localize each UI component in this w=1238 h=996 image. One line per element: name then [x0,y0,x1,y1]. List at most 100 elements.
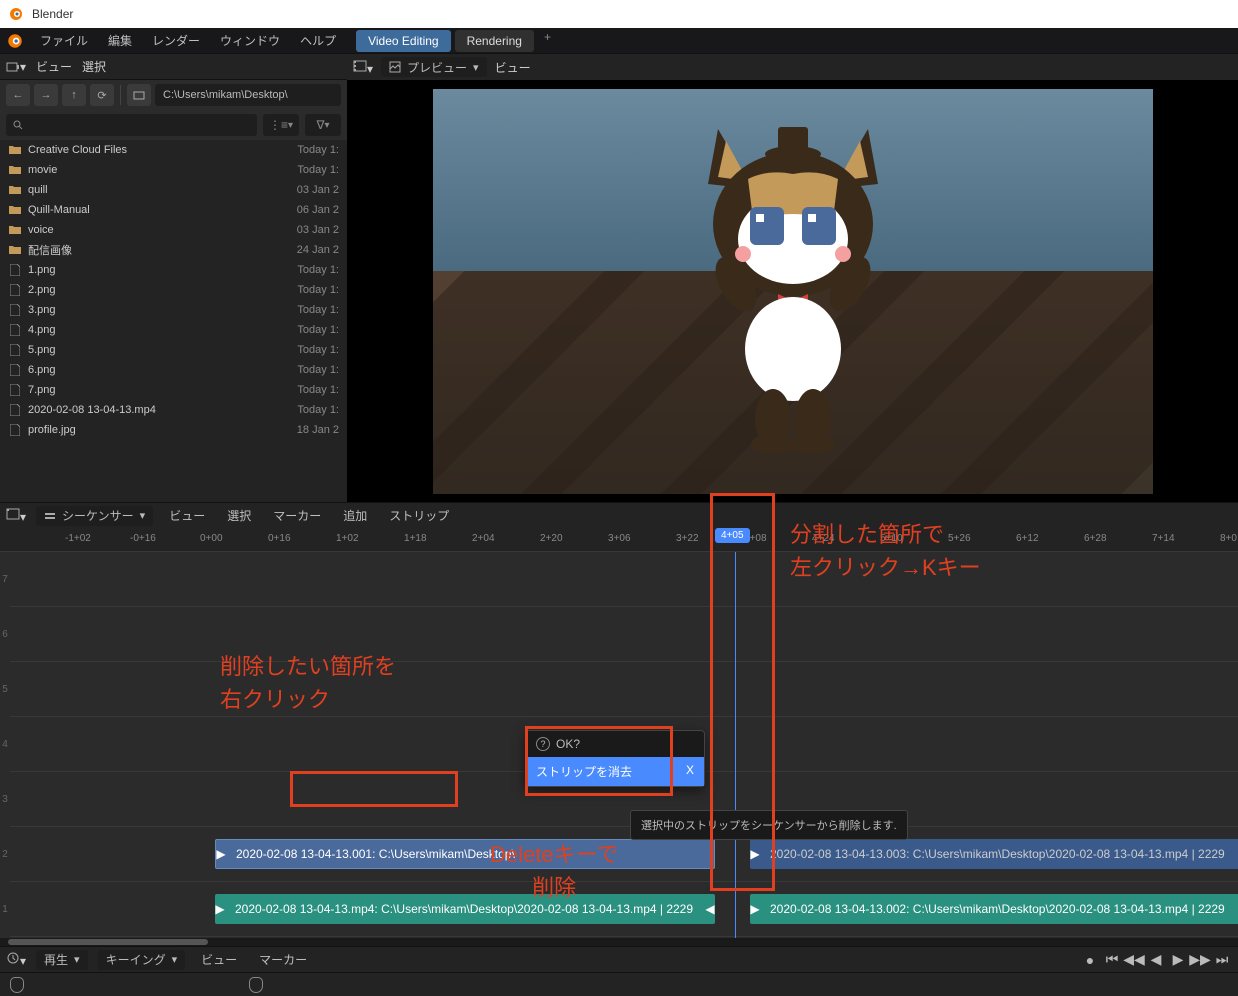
menu-help[interactable]: ヘルプ [292,29,344,52]
mouse-icon [10,977,24,993]
preview-scene [433,89,1153,494]
nav-forward-button[interactable]: → [34,84,58,106]
add-workspace-button[interactable]: + [538,30,557,52]
preview-mode-dropdown[interactable]: プレビュー▾ [381,57,487,77]
file-browser-nav: ← → ↑ ⟳ C:\Users\mikam\Desktop\ [0,80,347,110]
mouse-icon [249,977,263,993]
annotation-text-3: Deleteキーで 削除 [490,838,618,904]
seq-menu-marker[interactable]: マーカー [267,504,327,527]
sequencer-mode-dropdown[interactable]: シーケンサー▾ [36,506,153,526]
workspace-tabs: Video Editing Rendering + [356,30,557,52]
character-avatar [678,119,908,459]
path-input[interactable]: C:\Users\mikam\Desktop\ [155,84,341,106]
preview-header: ▾ プレビュー▾ ビュー [347,54,1238,80]
file-row[interactable]: 配信画像24 Jan 2 [0,240,347,260]
record-button[interactable]: ● [1080,951,1100,969]
nav-new-folder-button[interactable] [127,84,151,106]
window-titlebar: Blender [0,0,1238,28]
file-list[interactable]: Creative Cloud FilesToday 1: movieToday … [0,140,347,502]
file-row[interactable]: 7.pngToday 1: [0,380,347,400]
preview-viewport[interactable] [347,80,1238,502]
strip-handle-right[interactable]: ◀ [705,894,715,924]
editor-type-icon[interactable]: ▾ [6,507,26,524]
file-row[interactable]: 2020-02-08 13-04-13.mp4Today 1: [0,400,347,420]
file-row[interactable]: 1.pngToday 1: [0,260,347,280]
file-row[interactable]: quill03 Jan 2 [0,180,347,200]
play-button[interactable]: ▶ [1168,951,1188,969]
seq-menu-select[interactable]: 選択 [221,504,257,527]
seq-menu-add[interactable]: 追加 [337,504,373,527]
file-row[interactable]: profile.jpg18 Jan 2 [0,420,347,440]
editor-type-icon[interactable]: ▾ [6,951,26,968]
file-row[interactable]: 6.pngToday 1: [0,360,347,380]
display-mode-dropdown[interactable]: ⋮≡▾ [263,114,299,136]
search-input[interactable] [6,114,257,136]
playback-bar: ▾ 再生▾ キーイング▾ ビュー マーカー ● ⏮ ◀◀ ◀ ▶ ▶▶ ⏭ [0,946,1238,972]
seq-menu-strip[interactable]: ストリップ [383,504,455,527]
main-area: ▾ ビュー 選択 ← → ↑ ⟳ C:\Users\mikam\Desktop\… [0,54,1238,502]
bottom-menu-marker[interactable]: マーカー [253,948,313,971]
annotation-text-2: 分割した箇所で 左クリック→Kキー [790,518,981,584]
play-reverse-button[interactable]: ◀ [1146,951,1166,969]
file-row[interactable]: 5.pngToday 1: [0,340,347,360]
track-numbers: 7 6 5 4 3 2 1 [0,552,10,938]
audio-strip-1[interactable]: ▶ 2020-02-08 13-04-13.mp4: C:\Users\mika… [215,894,715,924]
video-strip-2[interactable]: ▶ 2020-02-08 13-04-13.003: C:\Users\mika… [750,839,1238,869]
file-row[interactable]: 2.pngToday 1: [0,280,347,300]
nav-refresh-button[interactable]: ⟳ [90,84,114,106]
menu-window[interactable]: ウィンドウ [212,29,288,52]
menu-render[interactable]: レンダー [144,29,208,52]
audio-strip-2[interactable]: ▶ 2020-02-08 13-04-13.002: C:\Users\mika… [750,894,1238,924]
playback-dropdown[interactable]: 再生▾ [36,950,88,970]
blender-icon [6,32,24,50]
annotation-box-1 [290,771,458,807]
fb-menu-view[interactable]: ビュー [36,58,72,75]
jump-end-button[interactable]: ⏭ [1212,951,1232,969]
blender-logo-icon [8,6,24,22]
annotation-text-1: 削除したい箇所を 右クリック [220,650,396,716]
shortcut-label: X [686,763,694,780]
file-browser-header: ▾ ビュー 選択 [0,54,347,80]
preview-menu-view[interactable]: ビュー [495,59,531,76]
fb-menu-select[interactable]: 選択 [82,58,106,75]
file-row[interactable]: movieToday 1: [0,160,347,180]
menu-file[interactable]: ファイル [32,29,96,52]
video-preview-panel: ▾ プレビュー▾ ビュー [347,54,1238,502]
video-strip-1[interactable]: ▶ 2020-02-08 13-04-13.001: C:\Users\mika… [215,839,715,869]
timeline-ruler[interactable]: -1+02 -0+16 0+00 0+16 1+02 1+18 2+04 2+2… [0,528,1238,552]
seq-menu-view[interactable]: ビュー [163,504,211,527]
playback-controls: ● ⏮ ◀◀ ◀ ▶ ▶▶ ⏭ [1080,951,1232,969]
jump-start-button[interactable]: ⏮ [1102,951,1122,969]
file-browser-filter: ⋮≡▾ ∇▾ [0,110,347,140]
file-row[interactable]: voice03 Jan 2 [0,220,347,240]
tab-video-editing[interactable]: Video Editing [356,30,451,52]
filter-dropdown[interactable]: ∇▾ [305,114,341,136]
prev-keyframe-button[interactable]: ◀◀ [1124,951,1144,969]
app-title: Blender [32,7,73,21]
video-sequencer-panel: ▾ シーケンサー▾ ビュー 選択 マーカー 追加 ストリップ -1+02 -0+… [0,502,1238,946]
annotation-box-3 [710,493,775,891]
status-bar [0,972,1238,996]
strip-handle-left[interactable]: ▶ [216,840,226,868]
file-browser-panel: ▾ ビュー 選択 ← → ↑ ⟳ C:\Users\mikam\Desktop\… [0,54,347,502]
scrollbar-thumb[interactable] [8,939,208,945]
tab-rendering[interactable]: Rendering [455,30,534,52]
file-row[interactable]: 3.pngToday 1: [0,300,347,320]
nav-back-button[interactable]: ← [6,84,30,106]
editor-type-icon[interactable]: ▾ [6,57,26,77]
next-keyframe-button[interactable]: ▶▶ [1190,951,1210,969]
keying-dropdown[interactable]: キーイング▾ [98,950,186,970]
strip-handle-left[interactable]: ▶ [215,894,225,924]
file-row[interactable]: Creative Cloud FilesToday 1: [0,140,347,160]
bottom-menu-view[interactable]: ビュー [195,948,243,971]
menubar: ファイル 編集 レンダー ウィンドウ ヘルプ Video Editing Ren… [0,28,1238,54]
strip-handle-left[interactable]: ▶ [750,894,760,924]
file-row[interactable]: Quill-Manual06 Jan 2 [0,200,347,220]
nav-up-button[interactable]: ↑ [62,84,86,106]
menu-edit[interactable]: 編集 [100,29,140,52]
file-row[interactable]: 4.pngToday 1: [0,320,347,340]
editor-type-icon[interactable]: ▾ [353,59,373,76]
annotation-box-2 [525,726,673,796]
timeline-scrollbar[interactable] [0,938,1238,946]
sequencer-header: ▾ シーケンサー▾ ビュー 選択 マーカー 追加 ストリップ [0,502,1238,528]
